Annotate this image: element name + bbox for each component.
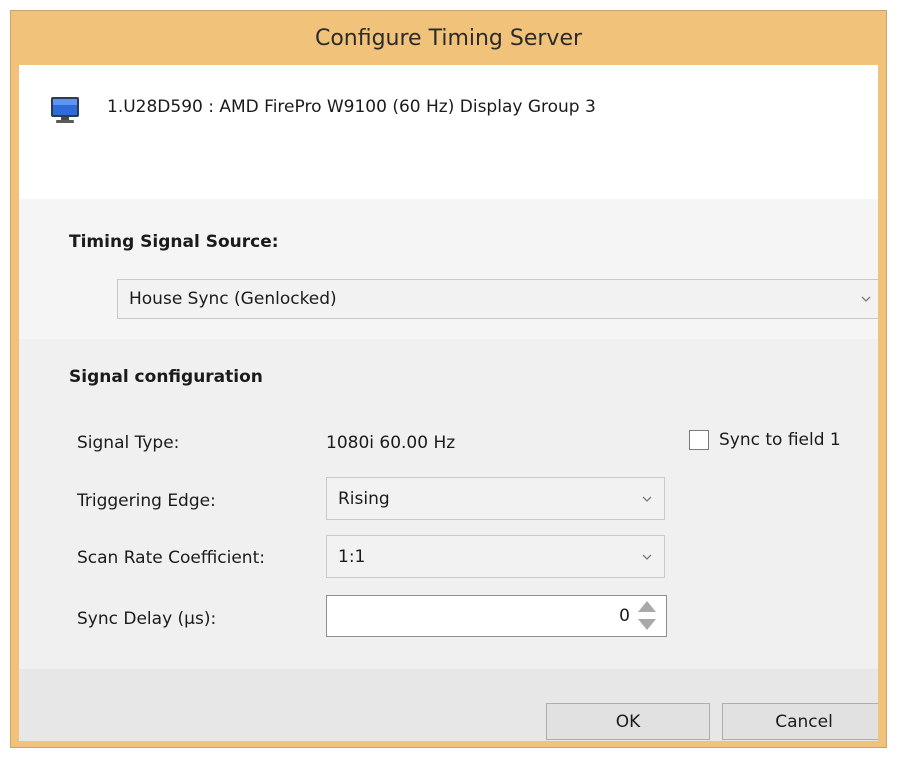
scan-rate-value: 1:1 xyxy=(338,546,366,567)
dialog-title: Configure Timing Server xyxy=(314,25,583,51)
cancel-button[interactable]: Cancel xyxy=(722,703,878,740)
sync-to-field-label: Sync to field 1 xyxy=(719,430,841,450)
signal-configuration-section: Signal configuration Signal Type: 1080i … xyxy=(19,339,878,669)
sync-delay-input[interactable]: 0 xyxy=(326,595,667,637)
background-strip xyxy=(0,748,899,765)
sync-delay-value: 0 xyxy=(619,606,630,626)
checkbox-box[interactable] xyxy=(689,430,709,450)
timing-source-title: Timing Signal Source: xyxy=(69,232,279,252)
ok-button[interactable]: OK xyxy=(546,703,710,740)
sync-to-field-checkbox[interactable]: Sync to field 1 xyxy=(689,430,841,450)
display-header: 1.U28D590 : AMD FirePro W9100 (60 Hz) Di… xyxy=(19,65,878,199)
triggering-edge-select[interactable]: Rising xyxy=(326,477,665,520)
button-bar: OK Cancel xyxy=(19,669,878,741)
scan-rate-select[interactable]: 1:1 xyxy=(326,535,665,578)
chevron-down-icon xyxy=(642,496,652,502)
chevron-down-icon xyxy=(861,296,871,302)
sync-delay-label: Sync Delay (µs): xyxy=(77,609,217,629)
display-label: 1.U28D590 : AMD FirePro W9100 (60 Hz) Di… xyxy=(107,97,596,117)
timing-source-section: Timing Signal Source: House Sync (Genloc… xyxy=(19,199,878,339)
monitor-icon xyxy=(51,97,79,123)
signal-type-label: Signal Type: xyxy=(77,433,180,453)
triggering-edge-value: Rising xyxy=(338,488,390,509)
timing-source-value: House Sync (Genlocked) xyxy=(129,289,337,309)
scan-rate-label: Scan Rate Coefficient: xyxy=(77,548,265,568)
timing-source-select[interactable]: House Sync (Genlocked) xyxy=(117,279,878,319)
triggering-edge-label: Triggering Edge: xyxy=(77,491,216,511)
signal-configuration-title: Signal configuration xyxy=(69,367,263,387)
spinner-arrows-icon[interactable] xyxy=(636,599,658,633)
dialog-window: Configure Timing Server 1.U28D590 : AMD … xyxy=(10,10,887,748)
signal-type-value: 1080i 60.00 Hz xyxy=(326,433,456,453)
chevron-down-icon xyxy=(642,554,652,560)
dialog-client: 1.U28D590 : AMD FirePro W9100 (60 Hz) Di… xyxy=(19,65,878,741)
